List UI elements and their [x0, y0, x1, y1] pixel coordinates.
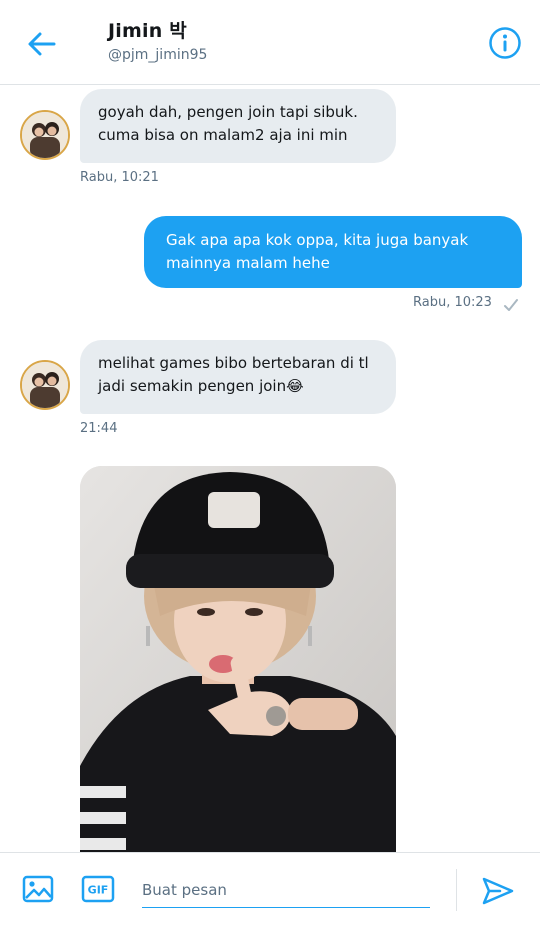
composer-divider — [456, 869, 457, 911]
message-text-line: cuma bisa on malam2 aja ini min — [98, 126, 348, 144]
message-timestamp: Rabu, 10:23 — [413, 295, 492, 310]
add-gif-button[interactable]: GIF — [80, 871, 116, 907]
avatar-photo — [22, 112, 68, 158]
info-button[interactable] — [488, 26, 522, 60]
message-text-line: melihat games bibo bertebaran di tl — [98, 354, 369, 372]
message-text-line: goyah dah, pengen join tapi sibuk. — [98, 103, 358, 121]
send-button[interactable] — [480, 873, 516, 909]
back-arrow-icon — [28, 32, 56, 56]
message-text-line: mainnya malam hehe — [166, 254, 330, 272]
conversation-title: Jimin 박 — [108, 20, 187, 42]
image-icon — [22, 875, 54, 903]
avatar[interactable] — [20, 360, 70, 410]
conversation-title-block: Jimin 박 @pjm_jimin95 — [108, 16, 207, 63]
message-bubble-outgoing[interactable]: Gak apa apa kok oppa, kita juga banyak m… — [144, 216, 522, 288]
back-button[interactable] — [24, 26, 60, 62]
avatar-photo — [22, 362, 68, 408]
message-text-line: Gak apa apa kok oppa, kita juga banyak — [166, 231, 469, 249]
conversation-handle: @pjm_jimin95 — [108, 47, 208, 63]
message-photo[interactable] — [80, 466, 396, 852]
conversation-header: Jimin 박 @pjm_jimin95 — [0, 0, 540, 85]
message-bubble-incoming[interactable]: goyah dah, pengen join tapi sibuk. cuma … — [80, 89, 396, 163]
avatar[interactable] — [20, 110, 70, 160]
gif-icon: GIF — [81, 875, 115, 903]
message-composer: GIF — [0, 852, 540, 926]
info-icon — [489, 27, 521, 59]
message-timestamp: 21:44 — [80, 421, 118, 436]
message-input[interactable] — [142, 873, 430, 908]
message-text-line: jadi semakin pengen join😂 — [98, 377, 304, 395]
message-photo-image — [80, 466, 396, 852]
message-bubble-incoming[interactable]: melihat games bibo bertebaran di tl jadi… — [80, 340, 396, 414]
read-check-icon — [504, 299, 518, 311]
send-icon — [482, 877, 514, 905]
gif-label: GIF — [88, 884, 109, 897]
add-image-button[interactable] — [20, 871, 56, 907]
message-timestamp: Rabu, 10:21 — [80, 170, 159, 185]
